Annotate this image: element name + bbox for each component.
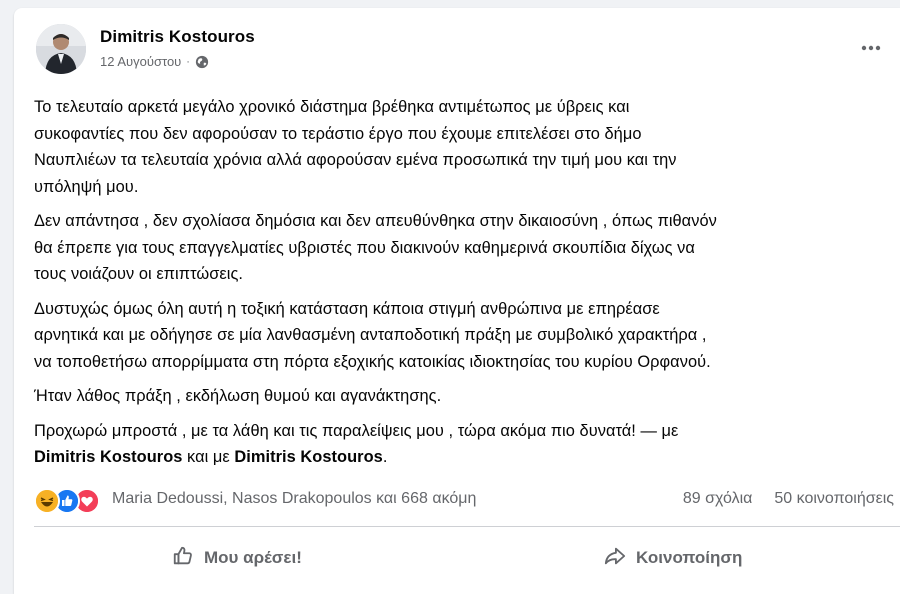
actions-divider: [34, 526, 900, 527]
tagged-user-link[interactable]: Dimitris Kostouros: [234, 448, 382, 466]
post-paragraph-last: Προχωρώ μπροστά , με τα λάθη και τις παρ…: [34, 418, 900, 471]
comments-count[interactable]: 89 σχόλια: [683, 490, 752, 508]
last-paragraph-text: Προχωρώ μπροστά , με τα λάθη και τις παρ…: [34, 421, 679, 440]
share-button[interactable]: Κοινοποίηση: [604, 536, 742, 580]
reactors-names[interactable]: Maria Dedoussi, Nasos Drakopoulos και 66…: [112, 490, 476, 508]
tagged-user-link[interactable]: Dimitris Kostouros: [34, 448, 182, 466]
like-button-label: Μου αρέσει!: [204, 548, 302, 567]
post-meta: 12 Αυγούστου ·: [100, 54, 209, 69]
post-date[interactable]: 12 Αυγούστου: [100, 54, 181, 69]
post-paragraph: Ήταν λάθος πράξη , εκδήλωση θυμού και αγ…: [34, 387, 442, 405]
shares-count[interactable]: 50 κοινοποιήσεις: [774, 490, 894, 508]
post-paragraph: Το τελευταίο αρκετά μεγάλο χρονικό διάστ…: [34, 98, 677, 196]
more-options-icon[interactable]: [856, 36, 886, 60]
haha-icon: [34, 488, 60, 514]
author-name[interactable]: Dimitris Kostouros: [100, 27, 255, 47]
author-avatar[interactable]: [36, 24, 86, 74]
tag-connector: και με: [182, 448, 235, 466]
engagement-stats: 89 σχόλια 50 κοινοποιήσεις: [683, 490, 894, 508]
post-paragraph: Δυστυχώς όμως όλη αυτή η τοξική κατάστασ…: [34, 299, 711, 371]
post-card: Dimitris Kostouros 12 Αυγούστου · Το τελ…: [14, 8, 900, 594]
thumbs-up-icon: [172, 545, 194, 572]
reaction-icons[interactable]: [34, 488, 106, 514]
reactions-summary: Maria Dedoussi, Nasos Drakopoulos και 66…: [34, 486, 900, 514]
globe-icon: [195, 55, 209, 69]
avatar-photo: [36, 24, 86, 74]
sentence-end: .: [382, 448, 388, 466]
share-arrow-icon: [604, 545, 626, 572]
meta-separator: ·: [186, 55, 190, 68]
like-button[interactable]: Μου αρέσει!: [172, 536, 302, 580]
post-paragraph: Δεν απάντησα , δεν σχολίασα δημόσια και …: [34, 212, 717, 283]
share-button-label: Κοινοποίηση: [636, 548, 743, 567]
post-body: Το τελευταίο αρκετά μεγάλο χρονικό διάστ…: [34, 94, 900, 471]
